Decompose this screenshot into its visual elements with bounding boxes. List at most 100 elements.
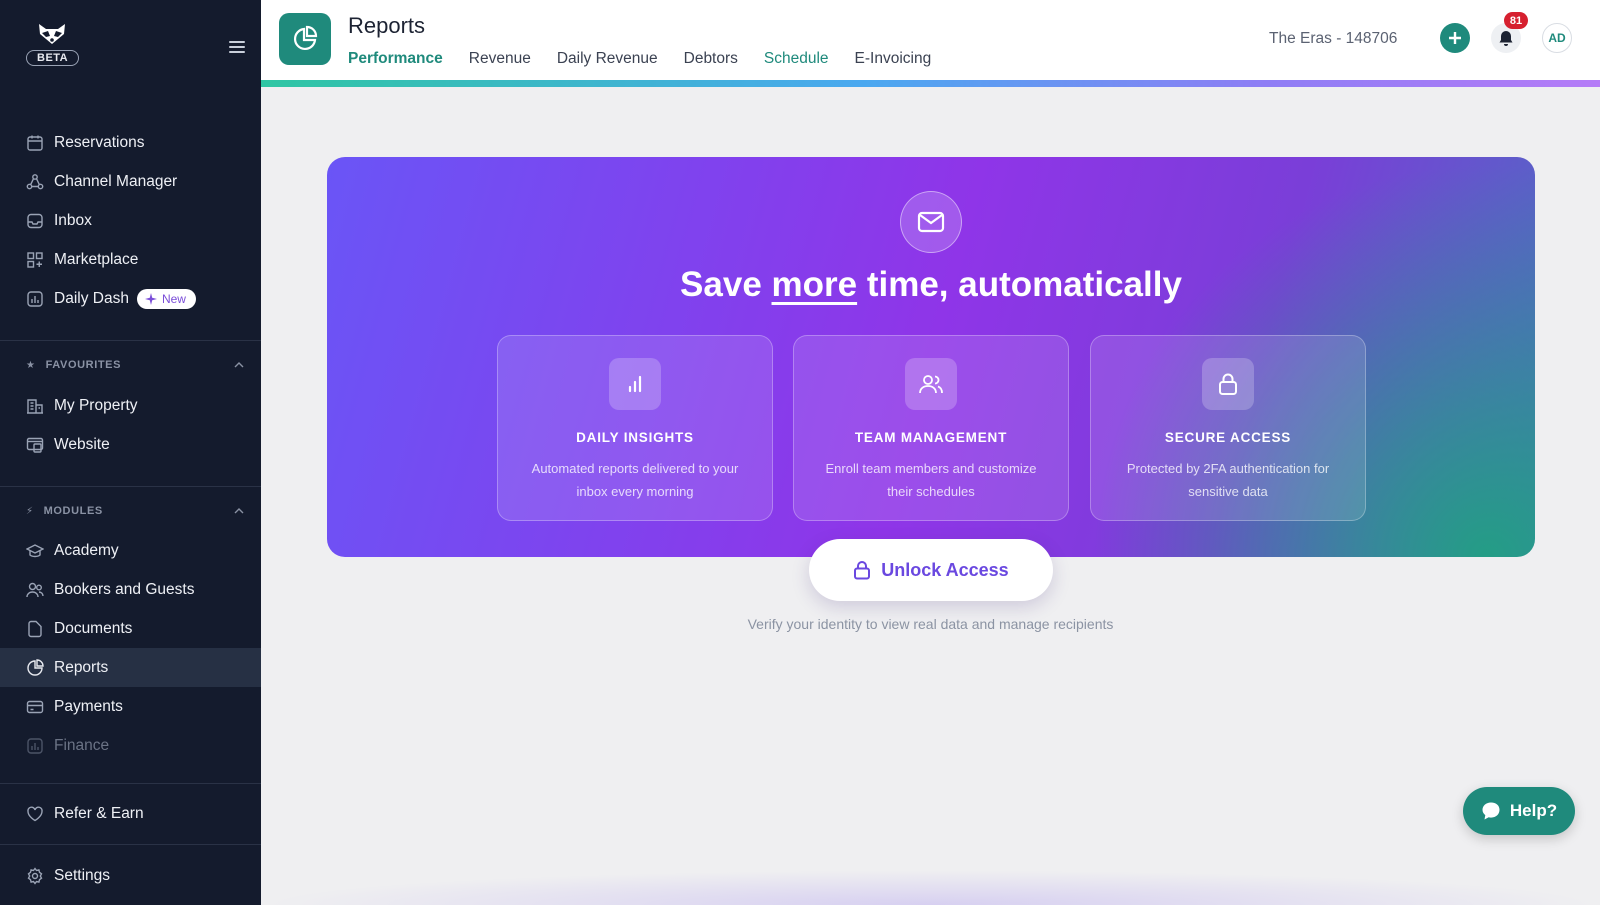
favourites-label: FAVOURITES bbox=[45, 359, 122, 371]
sidebar-item-label: Documents bbox=[54, 619, 133, 637]
sidebar-item-reports[interactable]: Reports bbox=[0, 648, 261, 687]
sidebar-item-label: Reservations bbox=[54, 133, 145, 151]
sidebar-item-label: Website bbox=[54, 435, 110, 453]
sidebar-item-reservations[interactable]: Reservations bbox=[0, 123, 261, 162]
sidebar-item-label: Bookers and Guests bbox=[54, 580, 195, 598]
raccoon-logo-icon bbox=[39, 24, 65, 44]
bar-chart-icon bbox=[609, 358, 661, 410]
sidebar: BETA Reservations Channel Manager Inbox … bbox=[0, 0, 261, 905]
sidebar-item-settings[interactable]: Settings bbox=[0, 856, 261, 895]
sidebar-item-label: Reports bbox=[54, 658, 109, 676]
feature-title: SECURE ACCESS bbox=[1164, 430, 1292, 445]
sidebar-item-label: Payments bbox=[54, 697, 123, 715]
tab-e-invoicing[interactable]: E-Invoicing bbox=[855, 50, 932, 68]
feature-card-team-management: TEAM MANAGEMENT Enroll team members and … bbox=[793, 335, 1069, 521]
feature-card-daily-insights: DAILY INSIGHTS Automated reports deliver… bbox=[497, 335, 773, 521]
finance-icon bbox=[26, 737, 44, 755]
feature-card-secure-access: SECURE ACCESS Protected by 2FA authentic… bbox=[1090, 335, 1366, 521]
header-gradient-bar bbox=[261, 80, 1600, 87]
tab-schedule[interactable]: Schedule bbox=[764, 50, 829, 68]
chevron-up-icon bbox=[234, 508, 244, 514]
graduation-icon bbox=[26, 542, 44, 560]
sparkle-icon bbox=[144, 292, 157, 305]
headline-start: Save bbox=[680, 265, 772, 304]
lock-icon bbox=[854, 561, 871, 580]
sidebar-item-daily-dash[interactable]: Daily Dash New bbox=[0, 279, 261, 318]
top-header: Reports Performance Revenue Daily Revenu… bbox=[261, 0, 1600, 80]
feature-title: DAILY INSIGHTS bbox=[576, 430, 694, 445]
lock-icon bbox=[1202, 358, 1254, 410]
sidebar-item-label: Inbox bbox=[54, 211, 92, 229]
help-label: Help? bbox=[1509, 801, 1558, 820]
sidebar-item-refer-earn[interactable]: Refer & Earn bbox=[0, 794, 261, 833]
property-selector[interactable]: The Eras - 148706 bbox=[1269, 30, 1397, 48]
sidebar-item-label: Marketplace bbox=[54, 250, 139, 268]
tab-debtors[interactable]: Debtors bbox=[684, 50, 738, 68]
report-tabs: Performance Revenue Daily Revenue Debtor… bbox=[348, 50, 931, 68]
add-button[interactable] bbox=[1440, 23, 1470, 53]
feature-title: TEAM MANAGEMENT bbox=[854, 430, 1008, 445]
sidebar-divider bbox=[0, 486, 261, 487]
bottom-glow bbox=[261, 870, 1600, 905]
chevron-up-icon bbox=[234, 362, 244, 368]
document-icon bbox=[26, 620, 44, 638]
sidebar-item-label: Refer & Earn bbox=[54, 804, 144, 822]
feature-description: Automated reports delivered to your inbo… bbox=[531, 461, 739, 499]
menu-toggle-icon[interactable] bbox=[229, 41, 245, 53]
card-icon bbox=[26, 698, 44, 716]
sidebar-item-label: Academy bbox=[54, 541, 119, 559]
sidebar-item-academy[interactable]: Academy bbox=[0, 531, 261, 570]
plus-icon bbox=[1449, 32, 1461, 44]
heart-icon bbox=[26, 805, 44, 823]
lightning-icon: ⚡ bbox=[26, 505, 34, 517]
sidebar-item-payments[interactable]: Payments bbox=[0, 687, 261, 726]
pie-icon bbox=[26, 658, 44, 677]
avatar[interactable]: AD bbox=[1542, 23, 1572, 53]
headline-end: time, automatically bbox=[857, 265, 1182, 304]
sidebar-item-website[interactable]: Website bbox=[0, 425, 261, 464]
sidebar-item-bookers-and-guests[interactable]: Bookers and Guests bbox=[0, 570, 261, 609]
sidebar-item-label: Daily Dash bbox=[54, 289, 129, 307]
sidebar-divider bbox=[0, 340, 261, 341]
website-icon bbox=[26, 436, 44, 454]
modules-section-header[interactable]: ⚡ MODULES bbox=[26, 505, 246, 517]
reports-app-icon bbox=[279, 13, 331, 65]
team-icon bbox=[905, 358, 957, 410]
sidebar-item-finance[interactable]: Finance bbox=[0, 726, 261, 765]
feature-description: Protected by 2FA authentication for sens… bbox=[1126, 461, 1330, 499]
building-icon bbox=[26, 397, 44, 415]
sidebar-divider bbox=[0, 844, 261, 845]
sidebar-item-inbox[interactable]: Inbox bbox=[0, 201, 261, 240]
hero-headline: Save more time, automatically bbox=[327, 265, 1535, 305]
sidebar-divider bbox=[0, 783, 261, 784]
logo[interactable]: BETA bbox=[26, 22, 80, 66]
verify-hint-text: Verify your identity to view real data a… bbox=[747, 616, 1114, 632]
mail-icon bbox=[900, 191, 962, 253]
tab-revenue[interactable]: Revenue bbox=[469, 50, 531, 68]
users-icon bbox=[26, 581, 44, 599]
sidebar-item-label: Channel Manager bbox=[54, 172, 178, 190]
inbox-icon bbox=[26, 212, 44, 230]
favourites-section-header[interactable]: ★ FAVOURITES bbox=[26, 359, 246, 371]
feature-description: Enroll team members and customize their … bbox=[825, 461, 1037, 499]
sidebar-item-marketplace[interactable]: Marketplace bbox=[0, 240, 261, 279]
calendar-icon bbox=[26, 134, 44, 152]
gear-icon bbox=[26, 866, 44, 885]
notification-count-badge: 81 bbox=[1504, 12, 1528, 29]
sidebar-item-label: Settings bbox=[54, 866, 111, 884]
chart-icon bbox=[26, 290, 44, 308]
upsell-hero-card: Save more time, automatically DAILY INSI… bbox=[327, 157, 1535, 557]
headline-emphasis: more bbox=[771, 265, 858, 304]
unlock-access-button[interactable]: Unlock Access bbox=[809, 539, 1053, 601]
chat-bubble-icon bbox=[1482, 802, 1500, 820]
network-icon bbox=[26, 173, 44, 191]
help-button[interactable]: Help? bbox=[1463, 787, 1575, 835]
page-title: Reports bbox=[348, 13, 426, 38]
unlock-access-label: Unlock Access bbox=[881, 559, 1009, 580]
tab-performance[interactable]: Performance bbox=[348, 50, 443, 68]
sidebar-item-my-property[interactable]: My Property bbox=[0, 386, 261, 425]
sidebar-item-channel-manager[interactable]: Channel Manager bbox=[0, 162, 261, 201]
tab-daily-revenue[interactable]: Daily Revenue bbox=[557, 50, 658, 68]
beta-badge: BETA bbox=[26, 50, 80, 66]
sidebar-item-documents[interactable]: Documents bbox=[0, 609, 261, 648]
